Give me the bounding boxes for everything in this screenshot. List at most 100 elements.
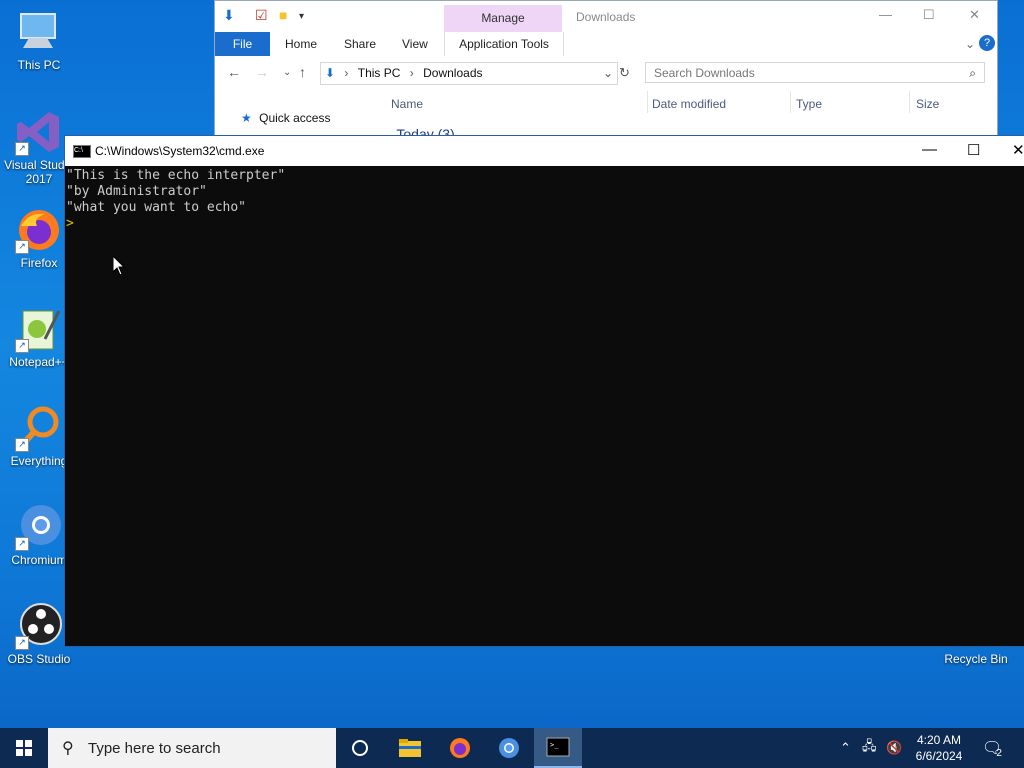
downloads-folder-icon: ⬇ xyxy=(325,66,336,80)
search-icon: ⚲ xyxy=(62,740,74,757)
firefox-icon xyxy=(450,738,470,758)
recent-locations-icon[interactable]: ⌄ xyxy=(283,67,291,78)
maximize-icon[interactable]: ☐ xyxy=(967,141,980,159)
system-clock[interactable]: 4:20 AM 6/6/2024 xyxy=(904,732,974,764)
star-icon: ★ xyxy=(241,111,252,125)
show-hidden-icons-chevron-icon[interactable]: ⌃ xyxy=(840,728,851,768)
file-explorer-window[interactable]: ⬇ ☑ ■ ▾ Manage Downloads — ☐ ✕ Home Shar… xyxy=(214,0,998,142)
svg-text:>_: >_ xyxy=(550,741,559,749)
taskbar-firefox[interactable] xyxy=(436,728,484,768)
cmd-icon: >_ xyxy=(546,737,570,757)
minimize-icon[interactable]: — xyxy=(922,141,937,158)
window-title: Downloads xyxy=(576,10,636,24)
tab-manage[interactable]: Manage xyxy=(444,5,562,32)
computer-icon xyxy=(15,8,63,56)
customize-quick-access-icon[interactable]: ▾ xyxy=(299,11,304,22)
breadcrumb-downloads[interactable]: Downloads xyxy=(423,66,482,80)
desktop-icon-label: This PC xyxy=(17,58,61,72)
back-arrow-icon[interactable]: ← xyxy=(227,64,241,80)
shortcut-arrow-icon: ↗ xyxy=(15,537,29,551)
address-bar-row: ← → ⌄ ↑ ⬇ › This PC › Downloads ⌄ ↻ Sear… xyxy=(215,59,997,87)
everything-search-icon: ↗ xyxy=(15,404,63,452)
cmd-app-icon: C:\ xyxy=(73,145,91,158)
start-button[interactable] xyxy=(0,728,48,768)
mouse-pointer-icon xyxy=(113,256,125,276)
forward-arrow-icon[interactable]: → xyxy=(255,64,269,80)
chromium-icon xyxy=(499,738,519,758)
close-icon[interactable]: ✕ xyxy=(969,7,980,23)
tab-application-tools[interactable]: Application Tools xyxy=(444,32,564,56)
tab-file[interactable]: File xyxy=(215,32,270,56)
shortcut-arrow-icon: ↗ xyxy=(15,339,29,353)
taskbar-cmd[interactable]: >_ xyxy=(534,728,582,768)
download-arrow-icon[interactable]: ⬇ xyxy=(223,7,235,24)
windows-logo-icon xyxy=(16,740,32,756)
desktop-icon-label: Recycle Bin xyxy=(944,652,1008,666)
column-divider xyxy=(647,91,648,113)
search-input[interactable]: Search Downloads ⌕ xyxy=(645,62,985,83)
action-center-button[interactable]: 🗨 2 xyxy=(982,728,1002,768)
cmd-window[interactable]: C:\ C:\Windows\System32\cmd.exe — ☐ ✕ "T… xyxy=(64,135,1024,647)
minimize-icon[interactable]: — xyxy=(879,7,892,22)
taskbar: ⚲ Type here to search >_ ⌃ 🖧 🔇 4:20 AM 6… xyxy=(0,728,1024,768)
console-output[interactable]: "This is the echo interpter" "by Adminis… xyxy=(65,166,1024,232)
visual-studio-icon: ↗ xyxy=(15,108,63,156)
firefox-icon: ↗ xyxy=(15,206,63,254)
help-icon[interactable]: ? xyxy=(979,35,995,51)
console-line: "This is the echo interpter" xyxy=(66,168,286,183)
maximize-icon[interactable]: ☐ xyxy=(923,7,935,23)
obs-studio-icon: ↗ xyxy=(15,602,63,650)
task-view-button[interactable] xyxy=(336,728,384,768)
clock-time: 4:20 AM xyxy=(916,733,962,747)
column-header-name[interactable]: Name xyxy=(391,97,423,111)
desktop-icon-recycle-bin[interactable]: Recycle Bin xyxy=(936,652,1016,666)
tab-view[interactable]: View xyxy=(402,37,428,51)
explorer-titlebar[interactable]: ⬇ ☑ ■ ▾ Manage Downloads — ☐ ✕ xyxy=(215,1,997,32)
volume-muted-icon[interactable]: 🔇 xyxy=(886,728,902,768)
console-line: "what you want to echo" xyxy=(66,200,247,215)
tab-share[interactable]: Share xyxy=(344,37,376,51)
shortcut-arrow-icon: ↗ xyxy=(15,438,29,452)
chromium-icon: ↗ xyxy=(15,503,63,551)
search-icon[interactable]: ⌕ xyxy=(969,63,976,84)
address-box[interactable]: ⬇ › This PC › Downloads ⌄ xyxy=(320,62,618,85)
properties-icon[interactable]: ☑ xyxy=(255,7,268,24)
taskbar-file-explorer[interactable] xyxy=(386,728,434,768)
task-view-icon xyxy=(352,740,368,756)
address-dropdown-icon[interactable]: ⌄ xyxy=(603,63,613,84)
folder-icon xyxy=(399,739,421,757)
shortcut-arrow-icon: ↗ xyxy=(15,636,29,650)
nav-quick-access[interactable]: ★ Quick access xyxy=(241,111,330,125)
up-arrow-icon[interactable]: ↑ xyxy=(299,64,306,80)
refresh-icon[interactable]: ↻ xyxy=(619,65,630,81)
expand-ribbon-icon[interactable]: ⌄ xyxy=(965,37,975,51)
column-header-date-modified[interactable]: Date modified xyxy=(652,97,726,111)
column-header-size[interactable]: Size xyxy=(916,97,939,111)
notification-count: 2 xyxy=(996,747,1002,759)
search-placeholder: Search Downloads xyxy=(654,66,755,80)
column-divider xyxy=(790,91,791,113)
clock-date: 6/6/2024 xyxy=(915,749,963,763)
close-icon[interactable]: ✕ xyxy=(1012,141,1024,159)
cmd-titlebar[interactable]: C:\ C:\Windows\System32\cmd.exe — ☐ ✕ xyxy=(65,136,1024,166)
column-divider xyxy=(909,91,910,113)
network-icon[interactable]: 🖧 xyxy=(862,728,877,768)
breadcrumb-separator-icon: › xyxy=(344,66,349,80)
tab-home[interactable]: Home xyxy=(285,37,317,51)
console-line: "by Administrator" xyxy=(66,184,207,199)
taskbar-search-box[interactable]: ⚲ Type here to search xyxy=(48,728,336,768)
taskbar-chromium[interactable] xyxy=(485,728,533,768)
breadcrumb-this-pc[interactable]: This PC xyxy=(358,66,401,80)
console-prompt[interactable]: > xyxy=(66,216,1024,232)
breadcrumb-separator-icon: › xyxy=(409,66,414,80)
taskbar-search-placeholder: Type here to search xyxy=(88,740,221,757)
cmd-title: C:\Windows\System32\cmd.exe xyxy=(95,144,265,158)
shortcut-arrow-icon: ↗ xyxy=(15,142,29,156)
column-header-type[interactable]: Type xyxy=(796,97,822,111)
ribbon-tabs: Home Share View ⌄ ? xyxy=(215,32,997,56)
notepadpp-icon: ↗ xyxy=(15,305,63,353)
shortcut-arrow-icon: ↗ xyxy=(15,240,29,254)
nav-label: Quick access xyxy=(259,111,331,125)
new-folder-icon[interactable]: ■ xyxy=(279,7,287,23)
desktop-icon-this-pc[interactable]: This PC xyxy=(4,8,74,72)
